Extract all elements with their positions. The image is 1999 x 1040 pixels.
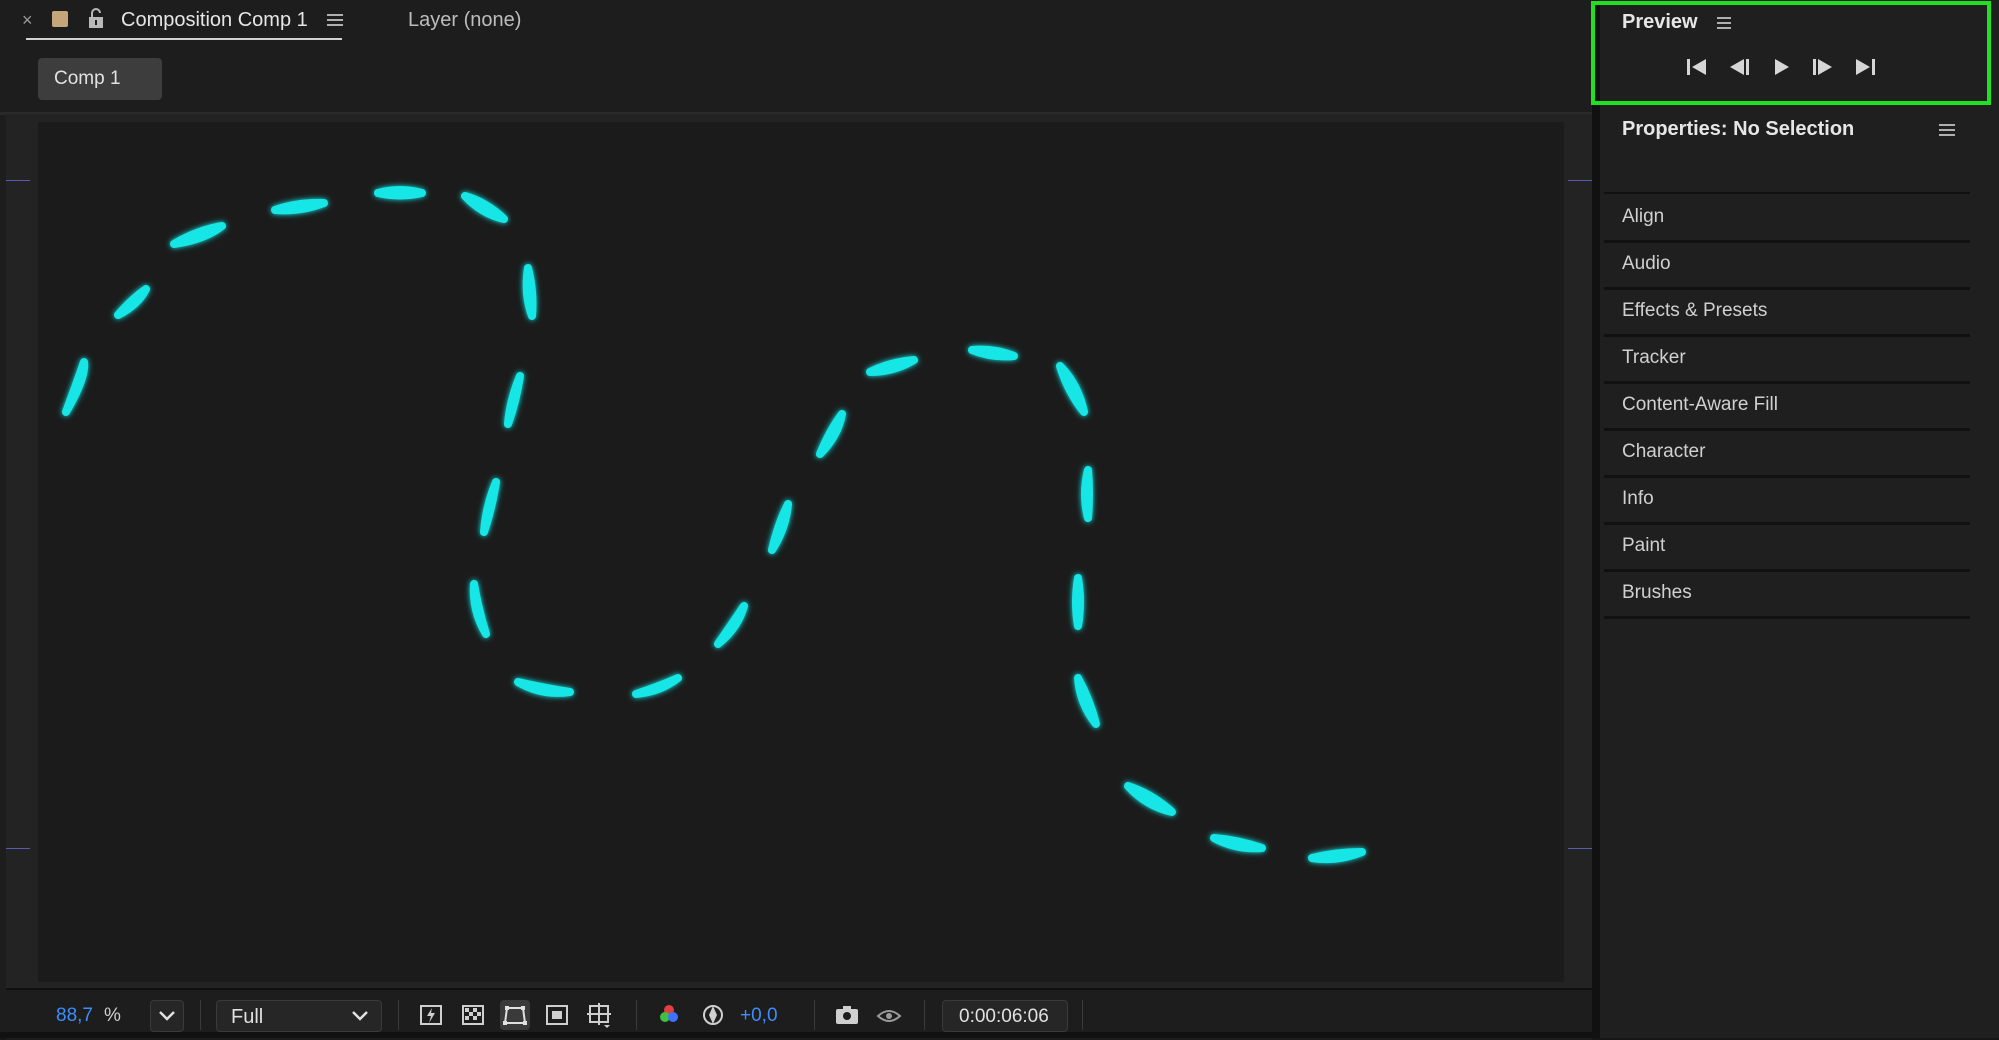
dash-mark — [866, 356, 918, 376]
dash-mark — [504, 372, 524, 428]
panel-row-paint[interactable]: Paint — [1604, 525, 1970, 572]
camera-snapshot-icon[interactable] — [832, 1000, 862, 1030]
dash-mark — [1210, 834, 1266, 853]
panel-row-tracker[interactable]: Tracker — [1604, 337, 1970, 384]
dash-mark — [1308, 848, 1366, 864]
panel-row-brushes[interactable]: Brushes — [1604, 572, 1970, 619]
toolbar-divider — [636, 1000, 637, 1030]
dashed-path-artwork — [62, 186, 1366, 864]
guide-line — [1568, 848, 1592, 849]
chevron-down-icon — [352, 1011, 368, 1021]
zoom-value[interactable]: 88,7 — [56, 1005, 93, 1035]
preview-highlight-box — [1591, 1, 1991, 105]
panel-label: Audio — [1622, 253, 1671, 274]
dash-mark — [480, 478, 500, 536]
lock-icon[interactable] — [86, 8, 106, 30]
dash-mark — [816, 410, 846, 458]
toolbar-divider — [200, 1000, 201, 1030]
composition-breadcrumb: Comp 1 — [0, 44, 1592, 115]
panel-label: Brushes — [1622, 582, 1692, 603]
dash-mark — [461, 192, 508, 223]
dash-mark — [1124, 782, 1176, 816]
dash-mark — [768, 500, 792, 554]
panel-menu-icon[interactable] — [326, 11, 344, 29]
dash-mark — [522, 264, 537, 320]
panel-separator — [1604, 192, 1970, 194]
composition-color-swatch — [52, 11, 68, 27]
zoom-dropdown-button[interactable] — [150, 1000, 184, 1032]
panel-label: Character — [1622, 441, 1706, 462]
dash-mark — [114, 285, 150, 319]
dash-mark — [170, 222, 226, 248]
panel-label: Effects & Presets — [1622, 300, 1768, 321]
dash-mark — [1056, 362, 1088, 416]
dash-mark — [469, 580, 490, 638]
panel-label: Align — [1622, 206, 1665, 227]
dash-mark — [374, 186, 426, 200]
panel-label: Info — [1622, 488, 1654, 509]
dash-mark — [1072, 574, 1084, 630]
mask-visibility-icon[interactable] — [500, 1000, 530, 1030]
composition-viewer[interactable] — [6, 114, 1592, 988]
toolbar-divider — [924, 1000, 925, 1030]
panel-row-content-aware-fill[interactable]: Content-Aware Fill — [1604, 384, 1970, 431]
resolution-value: Full — [231, 1006, 264, 1028]
guide-line — [6, 848, 30, 849]
panel-label: Tracker — [1622, 347, 1686, 368]
panel-label: Content-Aware Fill — [1622, 394, 1778, 415]
composition-panel: × Composition Comp 1 Layer (none) Comp 1 — [0, 0, 1592, 1040]
current-time-display[interactable]: 0:00:06:06 — [942, 1000, 1068, 1032]
comp-breadcrumb-button[interactable]: Comp 1 — [38, 58, 162, 100]
right-panel-column: Preview Properties: No Selection Align A… — [1591, 0, 1999, 1038]
preview-panel: Preview — [1591, 0, 1999, 112]
show-snapshot-icon[interactable] — [874, 1000, 904, 1030]
exposure-value[interactable]: +0,0 — [740, 1005, 778, 1035]
panel-label: Paint — [1622, 535, 1666, 556]
toolbar-divider — [398, 1000, 399, 1030]
guide-line — [1568, 180, 1592, 181]
dash-mark — [271, 198, 328, 215]
transparency-grid-icon[interactable] — [458, 1000, 488, 1030]
panel-menu-icon[interactable] — [1938, 121, 1956, 139]
fast-previews-icon[interactable] — [416, 1000, 446, 1030]
region-of-interest-icon[interactable] — [542, 1000, 572, 1030]
panel-divider[interactable] — [1592, 0, 1600, 1038]
reset-exposure-icon[interactable] — [698, 1000, 728, 1030]
composition-canvas[interactable] — [38, 122, 1564, 982]
grid-guides-icon[interactable] — [584, 1000, 614, 1030]
timecode-value: 0:00:06:06 — [959, 1006, 1049, 1027]
composition-tab-title[interactable]: Composition Comp 1 — [121, 9, 308, 32]
panel-row-audio[interactable]: Audio — [1604, 243, 1970, 290]
dash-mark — [968, 345, 1018, 361]
chevron-down-icon — [159, 1011, 175, 1021]
toolbar-divider — [1082, 1000, 1083, 1030]
close-tab-icon[interactable]: × — [22, 10, 33, 31]
guide-line — [6, 180, 30, 181]
composition-tab-bar: × Composition Comp 1 Layer (none) — [0, 0, 1592, 44]
panel-row-character[interactable]: Character — [1604, 431, 1970, 478]
dash-mark — [1074, 674, 1100, 728]
properties-title[interactable]: Properties: No Selection — [1622, 118, 1854, 141]
panel-row-align[interactable]: Align — [1604, 196, 1970, 243]
zoom-unit: % — [104, 1005, 121, 1026]
dash-mark — [514, 678, 574, 697]
channel-icon[interactable] — [654, 1000, 684, 1030]
layer-tab[interactable]: Layer (none) — [408, 9, 521, 32]
dash-mark — [62, 358, 89, 416]
panel-row-effects-presets[interactable]: Effects & Presets — [1604, 290, 1970, 337]
panel-bottom-edge — [0, 1032, 1592, 1038]
dash-mark — [632, 674, 682, 698]
dash-mark — [714, 602, 748, 648]
toolbar-divider — [814, 1000, 815, 1030]
panel-row-info[interactable]: Info — [1604, 478, 1970, 525]
resolution-select[interactable]: Full — [216, 1000, 382, 1032]
active-tab-underline — [26, 38, 342, 40]
dash-mark — [1081, 466, 1093, 522]
